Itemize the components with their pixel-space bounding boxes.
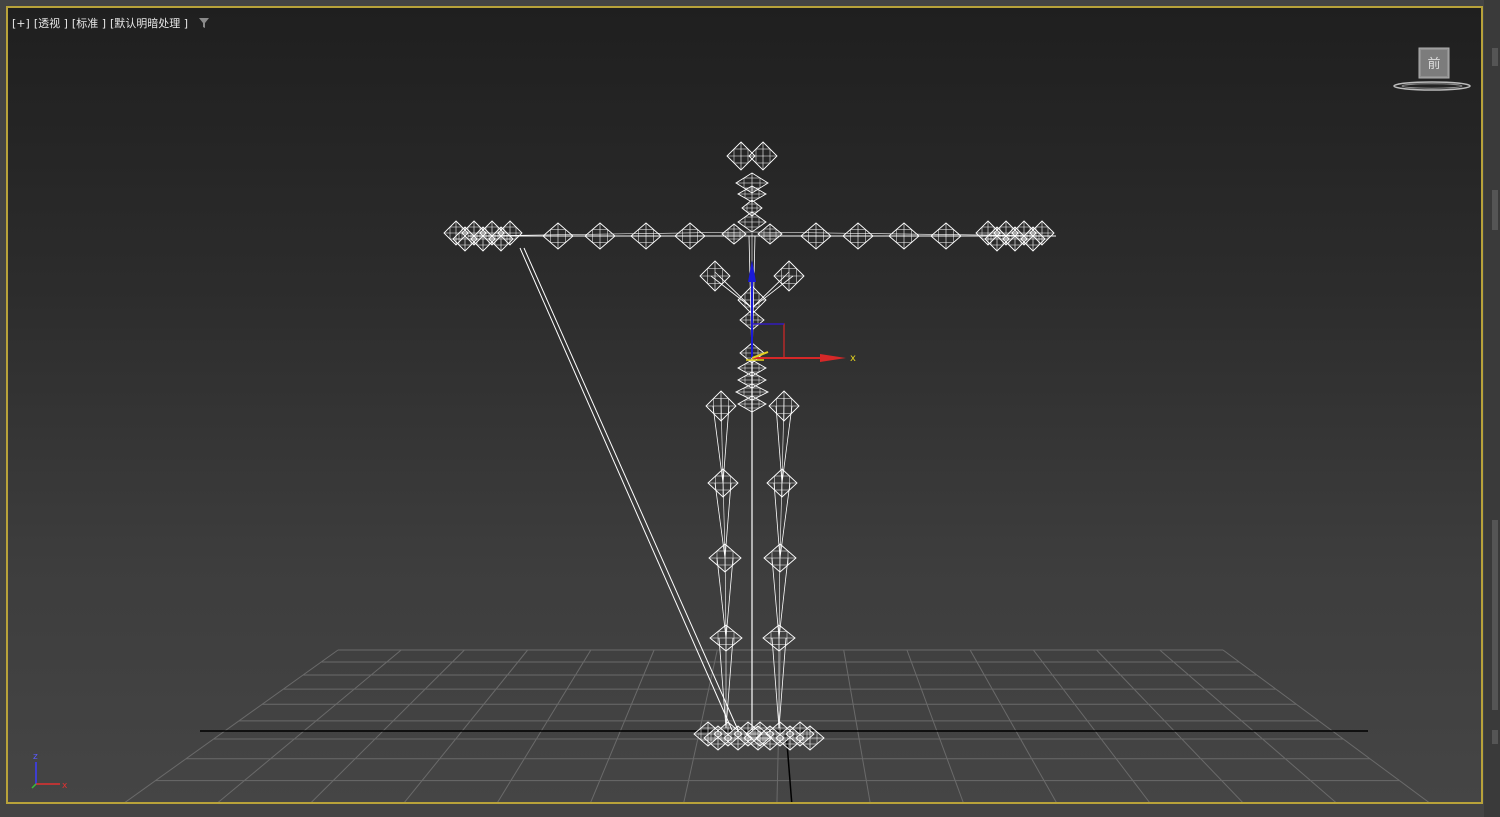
ground-grid: [124, 649, 1430, 802]
panel-tab[interactable]: [1492, 48, 1498, 66]
viewcube-icon[interactable]: 前: [1392, 46, 1472, 94]
bone: [712, 397, 730, 484]
gizmo-x-arrow: [820, 354, 846, 362]
bone-joint: [842, 222, 874, 250]
bone: [771, 549, 789, 639]
bone-joint: [1029, 220, 1055, 246]
bone-joint: [773, 260, 805, 292]
filter-icon[interactable]: [198, 17, 210, 29]
transform-gizmo-icon[interactable]: x: [746, 260, 856, 364]
bone: [751, 271, 794, 309]
tripod-z-label: z: [33, 752, 38, 762]
viewcube-face-label: 前: [1427, 56, 1440, 72]
scene-canvas[interactable]: x: [8, 8, 1483, 804]
panel-tab[interactable]: [1492, 730, 1498, 744]
viewport-label-bar: [+] [透视 ] [标准 ] [默认明暗处理 ]: [12, 15, 210, 31]
panel-tab[interactable]: [1492, 520, 1498, 710]
bone-joint: [930, 222, 962, 250]
bone-joint: [737, 211, 767, 233]
viewport-view-menu[interactable]: [透视 ]: [34, 15, 68, 31]
bone-joint: [542, 222, 574, 250]
bone-joint: [800, 222, 832, 250]
gizmo-x-label: x: [850, 353, 856, 364]
ik-line: [519, 247, 733, 731]
viewport-plus-menu[interactable]: [+]: [12, 17, 30, 30]
bone-joint: [699, 260, 731, 292]
bone-joint: [630, 222, 662, 250]
bone: [710, 271, 753, 309]
bone-joint: [757, 223, 783, 245]
biped-skeleton[interactable]: [443, 141, 1057, 751]
tripod-x-label: x: [62, 781, 68, 791]
bone-joint: [674, 222, 706, 250]
perspective-viewport[interactable]: x [+] [透视 ] [标准 ] [默认明暗处理 ] 前 z x: [6, 6, 1483, 804]
bone: [771, 631, 787, 729]
bone-joint: [888, 222, 920, 250]
bone-joint: [497, 220, 523, 246]
bone-joint: [748, 141, 778, 171]
gizmo-z-arrow: [748, 260, 756, 282]
viewport-shading-menu[interactable]: [默认明暗处理 ]: [110, 15, 188, 31]
right-panel-edge: [1484, 0, 1500, 817]
axis-tripod-icon: z x: [31, 752, 68, 791]
bone: [716, 549, 734, 639]
bone: [775, 397, 793, 484]
panel-tab[interactable]: [1492, 190, 1498, 230]
bone: [467, 231, 756, 237]
bone-joint: [721, 223, 747, 245]
bone-joint: [584, 222, 616, 250]
grid-world-y-axis: [785, 730, 793, 802]
ik-line: [523, 247, 739, 731]
viewport-mode-menu[interactable]: [标准 ]: [72, 15, 106, 31]
